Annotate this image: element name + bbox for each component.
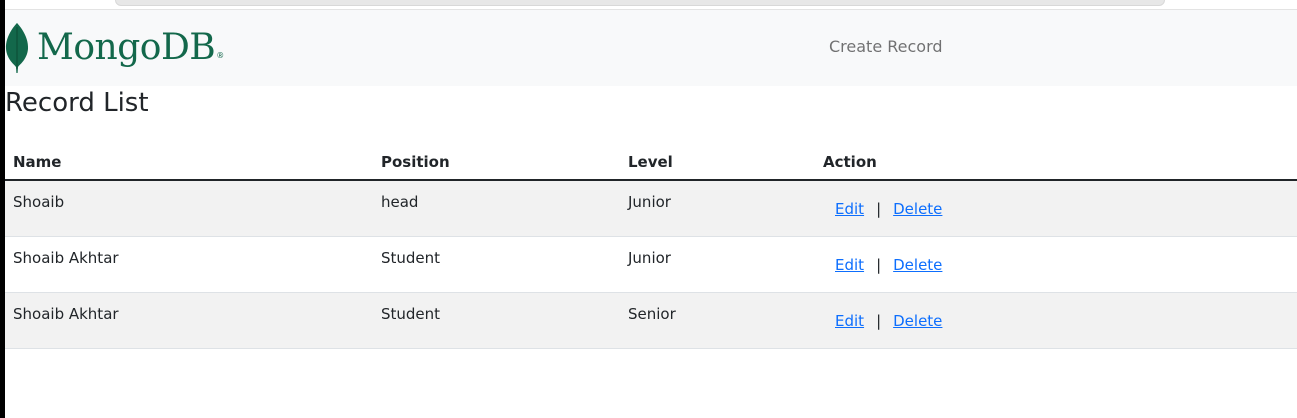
page-title: Record List <box>5 88 149 118</box>
address-bar-edge <box>115 0 1165 6</box>
edit-link[interactable]: Edit <box>823 200 876 218</box>
cell-level: Senior <box>620 292 815 349</box>
cell-level: Junior <box>620 180 815 237</box>
cell-position: head <box>373 180 620 237</box>
brand-name: MongoDB <box>37 27 216 68</box>
cell-actions: Edit | Delete <box>815 236 1297 293</box>
cell-name: Shoaib <box>5 180 373 237</box>
cell-position: Student <box>373 236 620 293</box>
records-table: Name Position Level Action Shoaib head J… <box>5 141 1297 349</box>
header-action: Action <box>815 141 1297 181</box>
cell-actions: Edit | Delete <box>815 180 1297 237</box>
table-row: Shoaib head Junior Edit | Delete <box>5 180 1297 237</box>
browser-top-strip <box>5 0 1297 10</box>
create-record-link[interactable]: Create Record <box>829 37 943 56</box>
header-position: Position <box>373 141 620 181</box>
brand-logo-link[interactable]: MongoDB ® <box>5 22 224 74</box>
brand-registered-mark: ® <box>216 51 225 60</box>
delete-button[interactable]: Delete <box>881 256 954 274</box>
edit-link[interactable]: Edit <box>823 256 876 274</box>
cell-position: Student <box>373 292 620 349</box>
delete-button[interactable]: Delete <box>881 200 954 218</box>
table-row: Shoaib Akhtar Student Senior Edit | Delete <box>5 292 1297 349</box>
header-name: Name <box>5 141 373 181</box>
navbar: MongoDB ® Create Record <box>5 10 1297 86</box>
mongodb-leaf-icon <box>5 23 29 73</box>
delete-button[interactable]: Delete <box>881 312 954 330</box>
cell-level: Junior <box>620 236 815 293</box>
cell-actions: Edit | Delete <box>815 292 1297 349</box>
cell-name: Shoaib Akhtar <box>5 292 373 349</box>
header-level: Level <box>620 141 815 181</box>
table-header-row: Name Position Level Action <box>5 141 1297 181</box>
edit-link[interactable]: Edit <box>823 312 876 330</box>
table-row: Shoaib Akhtar Student Junior Edit | Delete <box>5 236 1297 293</box>
cell-name: Shoaib Akhtar <box>5 236 373 293</box>
